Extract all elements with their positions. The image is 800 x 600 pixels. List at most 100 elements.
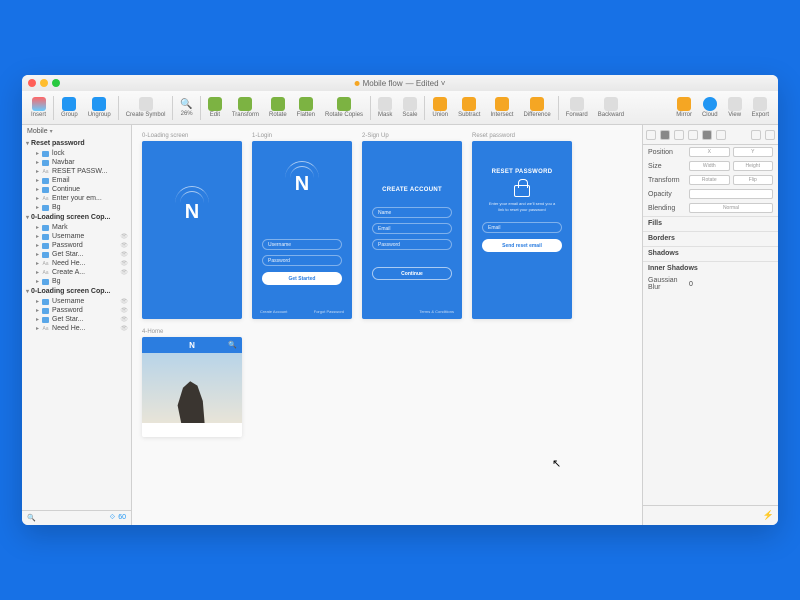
layer-item[interactable]: ▸Get Star...👁 [22, 315, 131, 324]
titlebar[interactable]: Mobile flow — Edited ˅ [22, 75, 778, 91]
visibility-icon[interactable]: 👁 [120, 269, 128, 276]
rotate-copies-button[interactable]: Rotate Copies [320, 97, 368, 118]
layer-item[interactable]: ▸lock [22, 149, 131, 158]
window-title: Mobile flow — Edited ˅ [355, 79, 446, 88]
inspector-section[interactable]: Fills [643, 216, 778, 230]
visibility-icon[interactable]: 👁 [120, 325, 128, 332]
create-symbol-button[interactable]: Create Symbol [121, 97, 171, 118]
filter-icon[interactable]: ⟐ [110, 514, 116, 522]
artboard[interactable]: 0-Loading screenN [142, 133, 242, 319]
property-input[interactable]: Normal [689, 203, 773, 213]
layer-group[interactable]: ▾ 0-Loading screen Cop... [22, 286, 131, 297]
layer-item[interactable]: ▸AaRESET PASSW... [22, 167, 131, 176]
title-text: Mobile flow [363, 79, 403, 88]
inspector-section[interactable]: Shadows [643, 246, 778, 260]
cloud-button[interactable]: Cloud [697, 97, 723, 118]
property-input[interactable]: Rotate [689, 175, 730, 185]
mask-button[interactable]: Mask [373, 97, 397, 118]
inspector-row: PositionXY [643, 145, 778, 159]
pages-dropdown[interactable]: Mobile ▾ [22, 125, 131, 138]
layer-item[interactable]: ▸Password👁 [22, 241, 131, 250]
layer-item[interactable]: ▸Bg [22, 277, 131, 286]
backward-button[interactable]: Backward [593, 97, 629, 118]
union-button[interactable]: Union [427, 97, 453, 118]
property-input[interactable]: Y [733, 147, 774, 157]
artboard[interactable]: Reset passwordRESET PASSWORDEnter your e… [472, 133, 572, 319]
align-tools[interactable] [643, 125, 778, 145]
layer-item[interactable]: ▸AaEnter your em... [22, 194, 131, 203]
edit-button[interactable]: Edit [203, 97, 227, 118]
flatten-button[interactable]: Flatten [292, 97, 320, 118]
close-icon[interactable] [28, 79, 36, 87]
scale-button[interactable]: Scale [397, 97, 422, 118]
folder-icon [42, 151, 49, 157]
zoom-control[interactable]: 🔍26% [175, 99, 197, 117]
cursor-icon: ↖ [552, 457, 561, 470]
visibility-icon[interactable]: 👁 [120, 242, 128, 249]
insert-button[interactable]: Insert [26, 97, 51, 118]
property-input[interactable]: Width [689, 161, 730, 171]
difference-button[interactable]: Difference [518, 97, 555, 118]
bolt-icon[interactable]: ⚡ [643, 505, 778, 525]
intersect-button[interactable]: Intersect [485, 97, 518, 118]
inspector-row: Opacity [643, 187, 778, 201]
property-input[interactable]: Flip [733, 175, 774, 185]
layer-item[interactable]: ▸Username👁 [22, 297, 131, 306]
artboard-label[interactable]: Reset password [472, 133, 572, 139]
canvas[interactable]: 0-Loading screenN1-LoginNUsernamePasswor… [132, 125, 642, 525]
visibility-icon[interactable]: 👁 [120, 298, 128, 305]
title-state: — Edited ˅ [406, 79, 446, 88]
subtract-button[interactable]: Subtract [453, 97, 485, 118]
artboard-label[interactable]: 4-Home [142, 329, 242, 335]
layer-item[interactable]: ▸AaNeed He...👁 [22, 259, 131, 268]
search-icon[interactable]: 🔍 [27, 514, 36, 522]
inspector-section[interactable]: Borders [643, 231, 778, 245]
artboard[interactable]: 4-HomeN🔍 [142, 329, 242, 437]
text-layer-icon: Aa [42, 169, 49, 175]
layer-item[interactable]: ▸Username👁 [22, 232, 131, 241]
ungroup-button[interactable]: Ungroup [83, 97, 116, 118]
layer-group[interactable]: ▾ 0-Loading screen Cop... [22, 212, 131, 223]
search-icon[interactable]: 🔍 [228, 341, 237, 349]
layer-item[interactable]: ▸Password👁 [22, 306, 131, 315]
layer-item[interactable]: ▸Continue [22, 185, 131, 194]
forward-button[interactable]: Forward [561, 97, 593, 118]
artboard[interactable]: 2-Sign UpCREATE ACCOUNTNameEmailPassword… [362, 133, 462, 319]
layer-item[interactable]: ▸AaNeed He...👁 [22, 324, 131, 333]
layer-item[interactable]: ▸Mark [22, 223, 131, 232]
inspector-section[interactable]: Inner Shadows [643, 261, 778, 275]
layer-item[interactable]: ▸AaCreate A...👁 [22, 268, 131, 277]
visibility-icon[interactable]: 👁 [120, 316, 128, 323]
zoom-icon[interactable] [52, 79, 60, 87]
layer-item[interactable]: ▸Navbar [22, 158, 131, 167]
property-input[interactable]: X [689, 147, 730, 157]
visibility-icon[interactable]: 👁 [120, 251, 128, 258]
artboard-label[interactable]: 1-Login [252, 133, 352, 139]
view-button[interactable]: View [723, 97, 747, 118]
layer-item[interactable]: ▸Get Star...👁 [22, 250, 131, 259]
folder-icon [42, 299, 49, 305]
folder-icon [42, 225, 49, 231]
artboard-label[interactable]: 0-Loading screen [142, 133, 242, 139]
artboard-label[interactable]: 2-Sign Up [362, 133, 462, 139]
layer-group[interactable]: ▾ Reset password [22, 138, 131, 149]
layer-item[interactable]: ▸Bg [22, 203, 131, 212]
property-input[interactable] [689, 189, 773, 199]
visibility-icon[interactable]: 👁 [120, 233, 128, 240]
mirror-button[interactable]: Mirror [671, 97, 697, 118]
artboard[interactable]: 1-LoginNUsernamePasswordGet StartedCreat… [252, 133, 352, 319]
inspector-row: SizeWidthHeight [643, 159, 778, 173]
group-button[interactable]: Group [56, 97, 83, 118]
transform-button[interactable]: Transform [227, 97, 264, 118]
export-button[interactable]: Export [747, 97, 774, 118]
text-layer-icon: Aa [42, 326, 49, 332]
visibility-icon[interactable]: 👁 [120, 307, 128, 314]
property-input[interactable]: Height [733, 161, 774, 171]
layer-tree[interactable]: ▾ Reset password▸lock▸Navbar▸AaRESET PAS… [22, 138, 131, 510]
folder-icon [42, 178, 49, 184]
visibility-icon[interactable]: 👁 [120, 260, 128, 267]
layers-sidebar: Mobile ▾ ▾ Reset password▸lock▸Navbar▸Aa… [22, 125, 132, 525]
layer-item[interactable]: ▸Email [22, 176, 131, 185]
rotate-button[interactable]: Rotate [264, 97, 292, 118]
minimize-icon[interactable] [40, 79, 48, 87]
